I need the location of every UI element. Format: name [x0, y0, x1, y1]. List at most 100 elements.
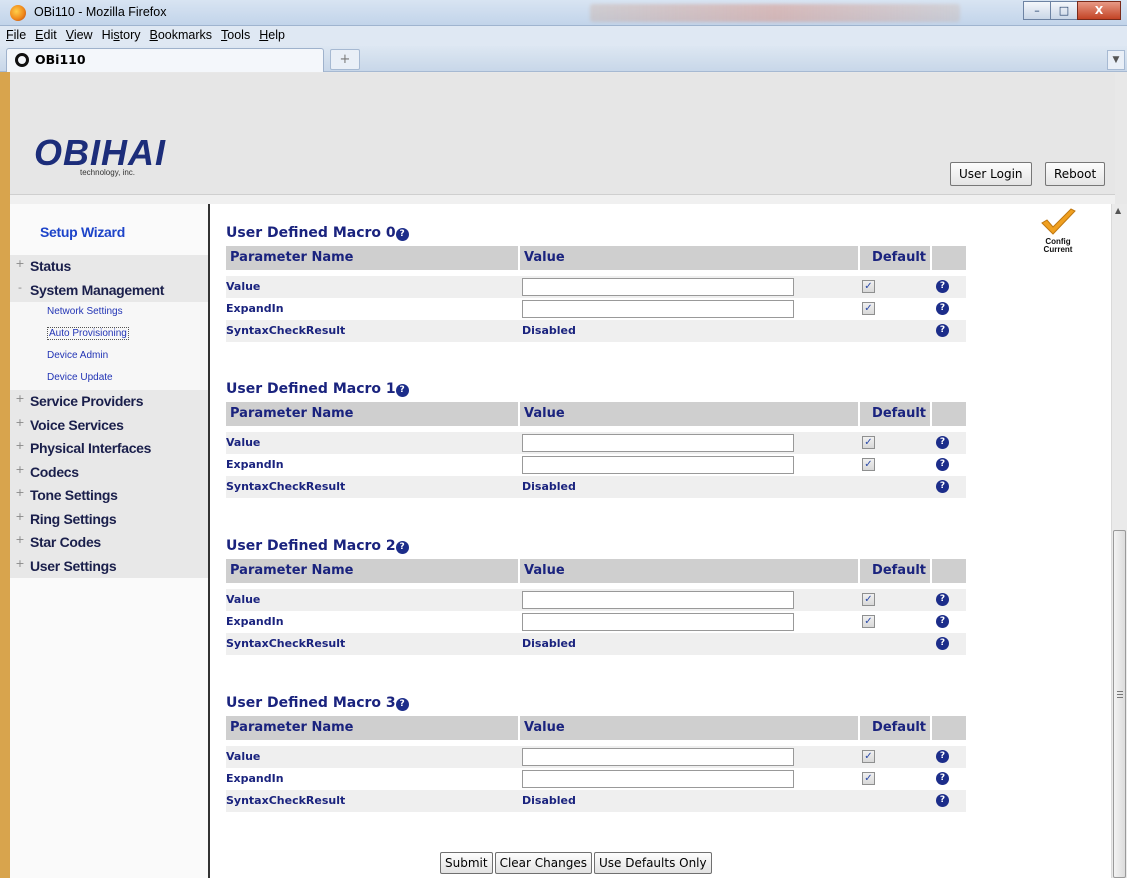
help-cell: ? [930, 746, 966, 768]
sidebar-item-system-management[interactable]: - System Management [10, 279, 208, 303]
value-input[interactable] [522, 613, 794, 631]
help-icon[interactable]: ? [395, 541, 409, 554]
header-value: Value [520, 246, 858, 270]
sidebar-subitem-device-update[interactable]: Device Update [10, 368, 208, 390]
table-row: Value ✓? [226, 589, 968, 611]
menu-edit[interactable]: Edit [29, 26, 60, 42]
value-input[interactable] [522, 434, 794, 452]
help-icon[interactable]: ? [936, 750, 949, 763]
help-icon[interactable]: ? [395, 228, 409, 241]
scrollbar-thumb[interactable] [1113, 530, 1126, 878]
expand-icon[interactable]: + [14, 392, 26, 405]
expand-icon[interactable]: + [14, 416, 26, 429]
blurred-taskbar-item [590, 4, 960, 22]
sidebar-subitem-network-settings[interactable]: Network Settings [10, 302, 208, 324]
default-checkbox[interactable]: ✓ [862, 593, 875, 606]
sidebar-item-star-codes[interactable]: + Star Codes [10, 531, 208, 555]
expand-icon[interactable]: + [14, 510, 26, 523]
expand-icon[interactable]: + [14, 557, 26, 570]
default-checkbox[interactable]: ✓ [862, 772, 875, 785]
parameter-name: SyntaxCheckResult [226, 320, 520, 342]
tab-obi110[interactable]: OBi110 [6, 48, 324, 72]
tab-list-button[interactable]: ▼ [1107, 50, 1125, 70]
help-icon[interactable]: ? [936, 794, 949, 807]
vertical-scrollbar[interactable]: ▲ [1111, 204, 1127, 878]
menu-help[interactable]: Help [253, 26, 288, 42]
expand-icon[interactable]: + [14, 439, 26, 452]
value-input[interactable] [522, 748, 794, 766]
table-header: Parameter Name Value Default [226, 402, 968, 426]
sidebar-subitem-device-admin[interactable]: Device Admin [10, 346, 208, 368]
help-icon[interactable]: ? [395, 698, 409, 711]
submit-button[interactable]: Submit [440, 852, 493, 874]
user-login-button[interactable]: User Login [950, 162, 1032, 186]
menu-view[interactable]: View [60, 26, 96, 42]
header-value: Value [520, 716, 858, 740]
collapse-icon[interactable]: - [14, 281, 26, 294]
help-icon[interactable]: ? [936, 480, 949, 493]
help-icon[interactable]: ? [936, 436, 949, 449]
value-cell: Disabled [520, 790, 860, 812]
scroll-up-icon[interactable]: ▲ [1115, 206, 1121, 215]
close-button[interactable]: X [1077, 1, 1121, 20]
sidebar-item-codecs[interactable]: + Codecs [10, 461, 208, 485]
menu-file[interactable]: File [0, 26, 29, 42]
value-input[interactable] [522, 770, 794, 788]
help-icon[interactable]: ? [936, 324, 949, 337]
help-icon[interactable]: ? [936, 280, 949, 293]
setup-wizard-link[interactable]: Setup Wizard [40, 224, 125, 240]
help-icon[interactable]: ? [936, 772, 949, 785]
minimize-button[interactable]: – [1023, 1, 1051, 20]
value-input[interactable] [522, 300, 794, 318]
new-tab-button[interactable]: + [330, 49, 360, 70]
macro-title-text: User Defined Macro 2 [226, 538, 396, 554]
default-checkbox[interactable]: ✓ [862, 436, 875, 449]
default-cell [860, 633, 930, 655]
checkmark-icon [1041, 208, 1076, 235]
sidebar-subitem-auto-provisioning[interactable]: Auto Provisioning [10, 324, 208, 346]
value-input[interactable] [522, 278, 794, 296]
header-value: Value [520, 559, 858, 583]
expand-icon[interactable]: + [14, 486, 26, 499]
value-cell [520, 298, 860, 320]
menu-tools[interactable]: Tools [215, 26, 253, 42]
value-cell: Disabled [520, 633, 860, 655]
help-icon[interactable]: ? [936, 615, 949, 628]
sidebar-item-voice-services[interactable]: + Voice Services [10, 414, 208, 438]
help-cell: ? [930, 633, 966, 655]
window-controls: – □ X [1023, 1, 1121, 20]
default-checkbox[interactable]: ✓ [862, 302, 875, 315]
help-cell: ? [930, 611, 966, 633]
use-defaults-button[interactable]: Use Defaults Only [593, 852, 712, 874]
expand-icon[interactable]: + [14, 533, 26, 546]
value-input[interactable] [522, 456, 794, 474]
sidebar-item-physical-interfaces[interactable]: + Physical Interfaces [10, 437, 208, 461]
value-input[interactable] [522, 591, 794, 609]
default-checkbox[interactable]: ✓ [862, 280, 875, 293]
menu-bookmarks[interactable]: Bookmarks [144, 26, 216, 42]
sidebar-item-status[interactable]: + Status [10, 255, 208, 279]
default-checkbox[interactable]: ✓ [862, 458, 875, 471]
reboot-button[interactable]: Reboot [1045, 162, 1106, 186]
help-icon[interactable]: ? [936, 637, 949, 650]
sidebar-item-tone-settings[interactable]: + Tone Settings [10, 484, 208, 508]
sidebar-item-label: Voice Services [30, 416, 124, 433]
sidebar-item-service-providers[interactable]: + Service Providers [10, 390, 208, 414]
clear-changes-button[interactable]: Clear Changes [494, 852, 592, 874]
default-checkbox[interactable]: ✓ [862, 750, 875, 763]
parameter-name: Value [226, 589, 520, 611]
maximize-button[interactable]: □ [1050, 1, 1078, 20]
menu-history[interactable]: History [96, 26, 144, 42]
help-icon[interactable]: ? [936, 593, 949, 606]
expand-icon[interactable]: + [14, 463, 26, 476]
sidebar-item-user-settings[interactable]: + User Settings [10, 555, 208, 579]
obihai-favicon-icon [15, 53, 29, 67]
parameter-name: Value [226, 276, 520, 298]
help-icon[interactable]: ? [395, 384, 409, 397]
default-checkbox[interactable]: ✓ [862, 615, 875, 628]
macro-section: User Defined Macro 3? Parameter Name Value… [226, 690, 968, 812]
help-icon[interactable]: ? [936, 302, 949, 315]
expand-icon[interactable]: + [14, 257, 26, 270]
help-icon[interactable]: ? [936, 458, 949, 471]
sidebar-item-ring-settings[interactable]: + Ring Settings [10, 508, 208, 532]
